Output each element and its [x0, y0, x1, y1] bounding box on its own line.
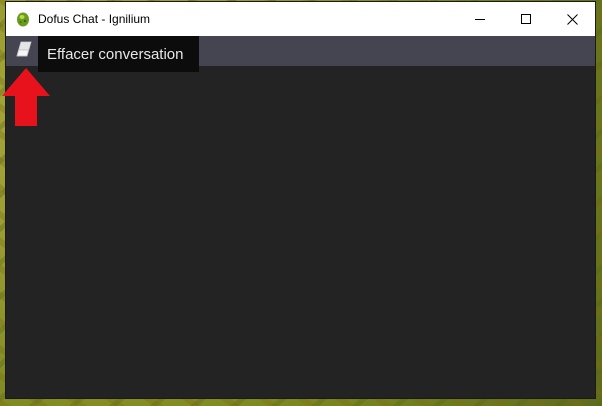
clear-conversation-tooltip: Effacer conversation — [38, 36, 199, 72]
clear-conversation-button[interactable] — [12, 41, 36, 61]
title-bar[interactable]: Dofus Chat - Ignilium — [6, 2, 595, 36]
minimize-button[interactable] — [457, 2, 503, 36]
chat-window: Dofus Chat - Ignilium Effacer conversati… — [6, 2, 595, 398]
close-button[interactable] — [549, 2, 595, 36]
minimize-icon — [475, 14, 485, 24]
chat-messages-area[interactable] — [6, 66, 595, 398]
close-icon — [566, 13, 578, 25]
eraser-icon — [15, 41, 33, 62]
maximize-button[interactable] — [503, 2, 549, 36]
maximize-icon — [521, 14, 531, 24]
dofus-egg-icon — [15, 11, 31, 27]
window-title: Dofus Chat - Ignilium — [38, 12, 151, 26]
window-controls — [457, 2, 595, 36]
red-up-arrow-icon — [0, 66, 52, 128]
